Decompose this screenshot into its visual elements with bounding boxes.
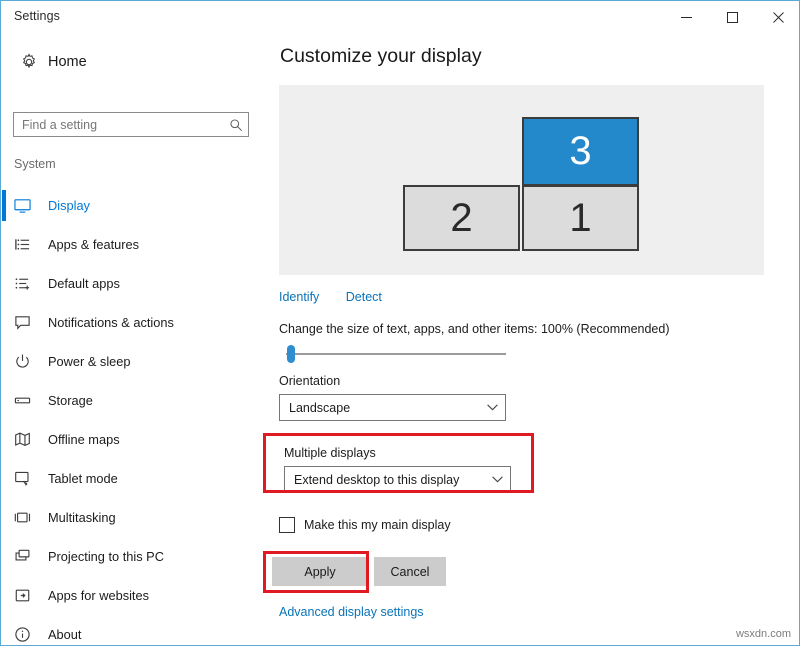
sidebar-item-label: Offline maps	[48, 432, 120, 447]
windows-split-icon	[14, 509, 48, 526]
display-monitor-number: 1	[569, 196, 591, 241]
sidebar-item-notifications-actions[interactable]: Notifications & actions	[2, 303, 270, 342]
sidebar-item-label: Notifications & actions	[48, 315, 174, 330]
sidebar-item-multitasking[interactable]: Multitasking	[2, 498, 270, 537]
home-label: Home	[48, 54, 87, 70]
orientation-value: Landscape	[280, 401, 479, 415]
window-controls	[663, 1, 800, 33]
display-monitor-number: 3	[569, 129, 591, 174]
sidebar-item-label: About	[48, 627, 81, 642]
search-box[interactable]	[13, 112, 249, 137]
speech-bubble-icon	[14, 314, 48, 331]
minimize-icon[interactable]	[663, 1, 709, 33]
main-content: Customize your display 3 2 1 Identify De…	[270, 32, 800, 645]
detect-link[interactable]: Detect	[346, 290, 382, 304]
advanced-display-settings-link[interactable]: Advanced display settings	[279, 605, 424, 619]
multiple-displays-dropdown[interactable]: Extend desktop to this display	[284, 466, 511, 493]
app-link-icon	[14, 587, 48, 604]
maximize-icon[interactable]	[709, 1, 755, 33]
sidebar-item-label: Tablet mode	[48, 471, 118, 486]
watermark: wsxdn.com	[736, 628, 791, 640]
main-display-checkbox[interactable]	[279, 517, 295, 533]
sidebar-item-label: Default apps	[48, 276, 120, 291]
search-icon	[224, 118, 248, 132]
sidebar-item-display[interactable]: Display	[2, 186, 270, 225]
power-icon	[14, 353, 48, 370]
window-title: Settings	[14, 9, 60, 23]
sidebar-item-about[interactable]: About	[2, 615, 270, 646]
info-icon	[14, 626, 48, 643]
close-icon[interactable]	[755, 1, 800, 33]
orientation-dropdown[interactable]: Landscape	[279, 394, 506, 421]
sidebar-item-offline-maps[interactable]: Offline maps	[2, 420, 270, 459]
scale-slider-thumb[interactable]	[287, 345, 295, 363]
sidebar-item-projecting-to-this-pc[interactable]: Projecting to this PC	[2, 537, 270, 576]
main-display-checkbox-label: Make this my main display	[304, 518, 451, 532]
page-title: Customize your display	[280, 45, 482, 68]
title-bar: Settings	[1, 0, 800, 32]
identify-link[interactable]: Identify	[279, 290, 319, 304]
settings-window: Settings Home	[0, 0, 800, 646]
multiple-displays-label: Multiple displays	[284, 446, 376, 460]
display-monitor-2[interactable]: 2	[403, 185, 520, 251]
scale-label: Change the size of text, apps, and other…	[279, 322, 670, 336]
chevron-down-icon	[479, 404, 505, 411]
list-arrow-icon	[14, 275, 48, 292]
sidebar-item-label: Projecting to this PC	[48, 549, 164, 564]
multiple-displays-value: Extend desktop to this display	[285, 473, 484, 487]
cancel-button[interactable]: Cancel	[374, 557, 446, 586]
scale-slider-track	[286, 353, 506, 355]
sidebar-item-tablet-mode[interactable]: Tablet mode	[2, 459, 270, 498]
sidebar-item-power-sleep[interactable]: Power & sleep	[2, 342, 270, 381]
sidebar-item-label: Storage	[48, 393, 93, 408]
sidebar-item-home[interactable]: Home	[10, 46, 260, 78]
display-monitor-1[interactable]: 1	[522, 185, 639, 251]
sidebar-item-label: Multitasking	[48, 510, 116, 525]
identify-detect-links: Identify Detect	[279, 288, 382, 306]
sidebar-item-storage[interactable]: Storage	[2, 381, 270, 420]
display-monitor-3[interactable]: 3	[522, 117, 639, 186]
sidebar-item-label: Apps & features	[48, 237, 139, 252]
sidebar-item-apps-for-websites[interactable]: Apps for websites	[2, 576, 270, 615]
sidebar-item-label: Power & sleep	[48, 354, 131, 369]
apply-button[interactable]: Apply	[272, 557, 368, 586]
sidebar-nav-list: Display Apps & features	[2, 186, 270, 646]
display-arrangement-preview[interactable]: 3 2 1	[279, 85, 764, 275]
chevron-down-icon	[484, 476, 510, 483]
monitor-icon	[14, 197, 48, 214]
drive-icon	[14, 392, 48, 409]
main-display-checkbox-row[interactable]: Make this my main display	[279, 517, 451, 533]
orientation-label: Orientation	[279, 374, 340, 388]
sidebar-group-title: System	[14, 157, 56, 171]
sidebar-item-default-apps[interactable]: Default apps	[2, 264, 270, 303]
search-input[interactable]	[14, 113, 224, 136]
sidebar: Home System Display	[2, 32, 270, 645]
list-icon	[14, 236, 48, 253]
sidebar-item-apps-features[interactable]: Apps & features	[2, 225, 270, 264]
projector-icon	[14, 548, 48, 565]
sidebar-item-label: Display	[48, 198, 90, 213]
display-monitor-number: 2	[450, 196, 472, 241]
map-icon	[14, 431, 48, 448]
sidebar-item-label: Apps for websites	[48, 588, 149, 603]
gear-icon	[10, 53, 48, 71]
tablet-icon	[14, 470, 48, 487]
scale-slider[interactable]	[279, 344, 507, 364]
